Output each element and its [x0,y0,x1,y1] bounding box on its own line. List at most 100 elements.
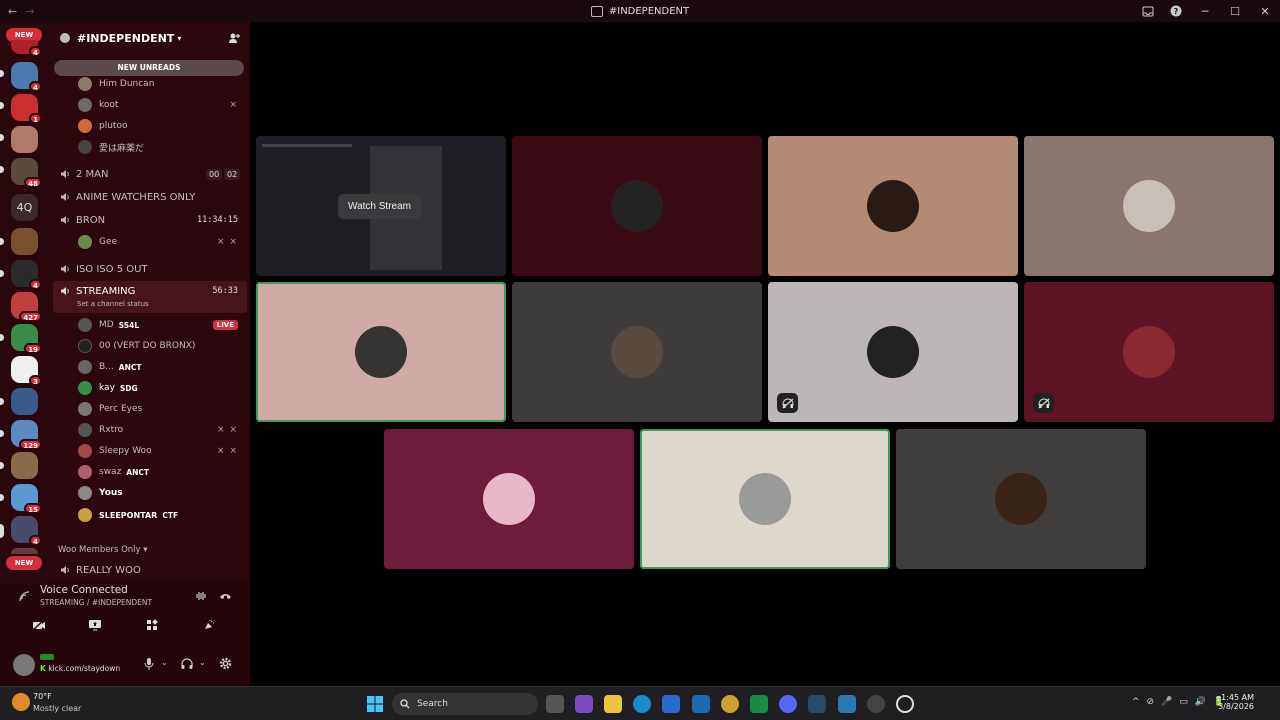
discord-icon[interactable] [779,695,797,713]
minimize-button[interactable]: ─ [1190,5,1220,18]
server-icon[interactable]: 19 [11,324,42,354]
back-arrow-icon[interactable]: ← [8,5,17,18]
voice-member[interactable]: Gee ⨯ ⨯ [50,232,250,252]
voice-member[interactable]: koot ⨯ [50,95,250,115]
voice-member[interactable]: kay SDG [50,378,250,398]
voice-status[interactable]: Voice Connected [40,584,128,596]
server-icon[interactable]: 4 [11,40,42,57]
invite-icon[interactable] [228,32,240,44]
weather-temperature[interactable]: 70°F [33,692,52,701]
server-icon[interactable]: 4 [11,516,42,546]
weather-icon[interactable] [12,693,30,711]
server-text-icon[interactable]: 4Q [11,194,38,221]
server-icon[interactable]: 427 [11,292,42,322]
photos-icon[interactable] [838,695,856,713]
voice-channel-bron[interactable]: BRON 11:34:15 [50,209,250,231]
participant-tile[interactable] [384,429,634,569]
mic-settings-chevron-icon[interactable]: ⌄ [161,658,168,667]
help-icon[interactable]: ? [1162,5,1190,17]
voice-member[interactable]: B... ANCT [50,357,250,377]
voice-location[interactable]: STREAMING / #INDEPENDENT [40,598,152,607]
maximize-button[interactable]: ☐ [1220,5,1250,18]
voice-member[interactable]: swaz ANCT [50,462,250,482]
volume-icon[interactable]: 🔊 [1195,697,1206,707]
voice-channel-anime[interactable]: ANIME WATCHERS ONLY [50,186,250,208]
edge-icon[interactable] [633,695,651,713]
server-icon[interactable]: 4 [11,260,42,290]
voice-channel-iso[interactable]: ISO ISO 5 OUT [50,258,250,280]
forward-arrow-icon[interactable]: → [25,5,34,18]
participant-tile[interactable] [768,136,1018,276]
channel-status-hint[interactable]: Set a channel status [77,300,149,308]
voice-member[interactable]: plutoo [50,116,250,136]
app-icon[interactable] [867,695,885,713]
voice-member[interactable]: SLEEPONTAR CTF [50,505,250,525]
voice-channel-2-man[interactable]: 2 MAN 00 02 [50,163,250,185]
participant-tile[interactable] [896,429,1146,569]
server-icon[interactable] [11,126,38,153]
participant-tile[interactable] [1024,136,1274,276]
copilot-icon[interactable] [575,695,593,713]
microphone-tray-icon[interactable]: 🎤 [1161,697,1172,707]
voice-member[interactable]: 00 (VERT DO BRONX) [50,336,250,356]
voice-member[interactable]: 愛は麻薬だ [50,137,250,157]
show-hidden-icons-chevron[interactable]: ^ [1132,697,1140,707]
camera-off-button[interactable] [18,614,60,636]
file-explorer-icon[interactable] [604,695,622,713]
server-icon[interactable] [11,228,38,255]
screen-share-button[interactable] [74,614,116,636]
user-custom-status[interactable]: K kick.com/staydown [40,664,120,673]
participant-tile[interactable] [768,282,1018,422]
server-icon[interactable]: 15 [11,484,42,514]
user-settings-gear-icon[interactable] [219,657,232,670]
voice-member[interactable]: Sleepy Woo ⨯ ⨯ [50,441,250,461]
server-icon[interactable]: 1 [11,94,42,124]
voice-member[interactable]: Rxtro ⨯ ⨯ [50,420,250,440]
participant-tile[interactable] [640,429,890,569]
windows-start-icon[interactable] [366,695,384,713]
server-icon[interactable]: 48 [11,158,42,188]
server-icon[interactable] [11,452,38,479]
outlook-icon[interactable] [692,695,710,713]
notifications-off-icon[interactable]: ⊘ [1147,697,1155,707]
voice-member[interactable]: Perc Eyes [50,399,250,419]
microphone-icon[interactable] [144,658,154,670]
obs-icon[interactable] [896,695,914,713]
watch-stream-button[interactable]: Watch Stream [338,194,421,219]
participant-tile[interactable] [1024,282,1274,422]
voice-member[interactable]: Him Duncan [50,74,250,94]
sheets-icon[interactable] [750,695,768,713]
participant-tile[interactable] [512,136,762,276]
user-name-nameplate[interactable] [40,654,54,660]
noise-suppression-icon[interactable] [195,590,207,602]
steam-icon[interactable] [808,695,826,713]
voice-channel-streaming[interactable]: STREAMING 56:33 [50,280,250,302]
new-unreads-pill[interactable]: NEW [6,556,42,570]
task-view-icon[interactable] [546,695,564,713]
soundboard-button[interactable] [188,614,230,636]
participant-tile[interactable] [256,282,506,422]
chrome-icon[interactable] [721,695,739,713]
headphones-icon[interactable] [181,658,193,670]
disconnect-icon[interactable] [219,592,232,601]
display-icon[interactable]: ▭ [1179,697,1188,707]
guild-header[interactable]: #INDEPENDENT ▾ [50,22,250,54]
audio-settings-chevron-icon[interactable]: ⌄ [199,658,206,667]
voice-channel-really-woo[interactable]: REALLY WOO [50,559,250,578]
inbox-icon[interactable] [1134,6,1162,17]
taskbar-clock[interactable]: 1:45 AM 3/8/2026 [1218,693,1254,711]
voice-member[interactable]: Yous [50,483,250,503]
server-icon[interactable]: 129 [11,420,42,450]
voice-member[interactable]: MD SS4L LIVE [50,315,250,335]
connection-signal-icon[interactable] [18,590,30,602]
activities-button[interactable] [131,614,173,636]
user-avatar[interactable] [13,654,35,676]
store-icon[interactable] [662,695,680,713]
close-button[interactable]: ✕ [1250,5,1280,18]
stream-tile[interactable]: Watch Stream [256,136,506,276]
weather-condition[interactable]: Mostly clear [33,704,81,713]
server-icon[interactable] [11,548,38,554]
participant-tile[interactable] [512,282,762,422]
taskbar-search[interactable]: Search [392,693,538,715]
server-icon[interactable]: 3 [11,356,42,386]
